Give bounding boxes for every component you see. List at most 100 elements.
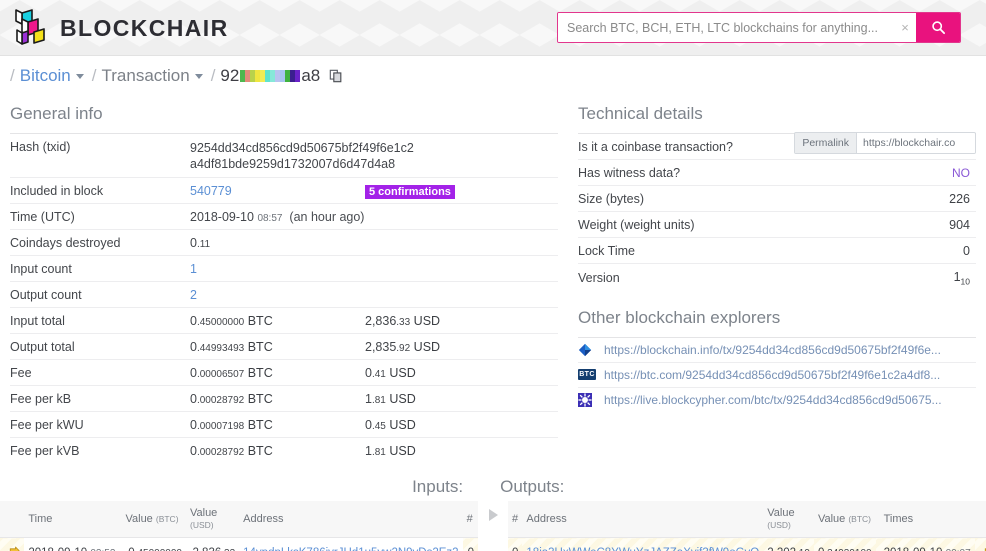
outputs-title: Outputs: bbox=[500, 477, 565, 496]
outputs-col-times: Times bbox=[875, 501, 975, 538]
inputs-header-row: Time Value (BTC) Value (USD) Address # bbox=[0, 501, 478, 538]
row-value: 0 bbox=[963, 244, 970, 258]
search-icon bbox=[931, 21, 945, 35]
io-titles: Inputs: Outputs: bbox=[0, 477, 986, 497]
count-link[interactable]: 1 bbox=[190, 262, 197, 276]
output-icon-cell bbox=[974, 537, 986, 551]
row-label: Size (bytes) bbox=[578, 192, 644, 206]
input-index: 0 bbox=[462, 537, 478, 551]
explorer-link-cell: https://live.blockcypher.com/btc/tx/9254… bbox=[604, 387, 976, 412]
search-bar[interactable]: × bbox=[557, 12, 961, 43]
technical-details-table: Is it a coinbase transaction?NOHas witne… bbox=[578, 133, 976, 292]
general-info-row: Fee per kB 0.00028792 BTC 1.81 USD bbox=[10, 385, 558, 412]
usd-value: 1.81 USD bbox=[365, 444, 416, 458]
status-badge: 5 confirmations bbox=[365, 185, 455, 199]
search-input[interactable] bbox=[558, 13, 894, 42]
inputs-table-wrap: TimeValue (BTC)Value (USD)Address# 2018-… bbox=[0, 501, 478, 551]
btc-value: 0.00028792 BTC bbox=[190, 392, 273, 406]
technical-details-row: Size (bytes) 226 bbox=[578, 185, 976, 212]
explorer-link-cell: https://btc.com/9254dd34cd856cd9d50675bf… bbox=[604, 362, 976, 387]
output-address-link[interactable]: 18ia3UxWWeC8YWuYzJAZZaXvjf3fW9oGvQ bbox=[526, 547, 759, 551]
explorer-link[interactable]: https://live.blockcypher.com/btc/tx/9254… bbox=[604, 393, 942, 407]
usd-value: 2,835.92 USD bbox=[365, 340, 441, 354]
permalink-input[interactable] bbox=[857, 133, 975, 153]
general-info-row: Fee per kWU 0.00007198 BTC 0.45 USD bbox=[10, 411, 558, 438]
search-button[interactable] bbox=[916, 13, 960, 42]
technical-details-row: Weight (weight units) 904 bbox=[578, 211, 976, 238]
copy-icon[interactable] bbox=[329, 69, 343, 83]
row-value: 904 bbox=[949, 218, 970, 232]
hash-suffix: a8 bbox=[301, 66, 321, 85]
general-info-row: Output total 0.44993493 BTC 2,835.92 USD bbox=[10, 333, 558, 360]
permalink-box[interactable]: Permalink bbox=[794, 132, 976, 154]
breadcrumb-item-transaction[interactable]: Transaction bbox=[102, 66, 190, 86]
row-label: Lock Time bbox=[578, 244, 635, 258]
row-value: NO bbox=[952, 166, 970, 180]
general-info-row: Time (UTC) 2018-09-10 08:57 (an hour ago) bbox=[10, 203, 558, 230]
breadcrumb-separator-3: / bbox=[210, 66, 216, 85]
spent-hand-icon bbox=[9, 546, 20, 551]
inputs-table: TimeValue (BTC)Value (USD)Address# 2018-… bbox=[0, 501, 478, 551]
count-cell: 2 bbox=[190, 282, 558, 308]
row-label: Input total bbox=[10, 314, 65, 328]
explorer-favicon: BTC bbox=[578, 362, 604, 387]
row-label: Hash (txid) bbox=[10, 140, 71, 154]
row-label: Included in block bbox=[10, 184, 104, 198]
row-label: Output count bbox=[10, 288, 82, 302]
output-value-btc: 0.34939100 bbox=[813, 537, 876, 551]
explorer-row: https://blockchain.info/tx/9254dd34cd856… bbox=[578, 337, 976, 362]
general-info-row: Input total 0.45000000 BTC 2,836.33 USD bbox=[10, 307, 558, 334]
general-info-table: Hash (txid) 9254dd34cd856cd9d50675bf2f49f… bbox=[10, 133, 558, 463]
time-value: 2018-09-10 08:57 (an hour ago) bbox=[190, 210, 365, 224]
general-info-row: Fee per kVB 0.00028792 BTC 1.81 USD bbox=[10, 437, 558, 464]
general-info-panel: General info Hash (txid) 9254dd34cd856cd9… bbox=[10, 96, 558, 463]
spent-hand-icon bbox=[984, 548, 986, 551]
btc-value: 0.00006507 BTC bbox=[190, 366, 273, 380]
breadcrumb-transaction-hash: 92 a8 bbox=[220, 66, 320, 86]
chevron-down-icon-type[interactable] bbox=[194, 73, 203, 79]
input-value-btc: 0.45000000 bbox=[121, 537, 186, 551]
arrow-right-icon bbox=[488, 509, 498, 521]
count-cell: 1 bbox=[190, 256, 558, 282]
explorer-link[interactable]: https://btc.com/9254dd34cd856cd9d50675bf… bbox=[604, 368, 940, 382]
hash-prefix: 92 bbox=[220, 66, 240, 85]
technical-details-row: Lock Time 0 bbox=[578, 237, 976, 264]
technical-details-title: Technical details bbox=[578, 104, 703, 123]
row-label: Fee per kB bbox=[10, 392, 72, 406]
explorers-title: Other blockchain explorers bbox=[578, 307, 781, 327]
permalink-label: Permalink bbox=[795, 133, 857, 153]
chevron-down-icon-chain[interactable] bbox=[75, 73, 84, 79]
explorer-link[interactable]: https://blockchain.info/tx/9254dd34cd856… bbox=[604, 343, 941, 357]
block-height-link[interactable]: 540779 bbox=[190, 184, 232, 198]
outputs-col-value-btc: Value (BTC) bbox=[813, 501, 876, 538]
explorer-row: BTC https://btc.com/9254dd34cd856cd9d5067… bbox=[578, 362, 976, 387]
breadcrumb-separator-2: / bbox=[91, 66, 97, 85]
outputs-table-wrap: #AddressValue (USD)Value (BTC)Times 018i… bbox=[508, 501, 986, 551]
btc-com-favicon-icon: BTC bbox=[578, 369, 596, 380]
outputs-header-row: # Address Value (USD) Value (BTC) Times bbox=[508, 501, 986, 538]
input-address-link[interactable]: 14ypdpLksK786ivrJHd1u5yw2N9yDs2Ez2 bbox=[243, 547, 458, 551]
row-label: Has witness data? bbox=[578, 166, 681, 180]
technical-details-row: Has witness data? NO bbox=[578, 159, 976, 186]
input-time: 2018-09-10 02:52 bbox=[24, 537, 122, 551]
general-info-row: Output count 2 bbox=[10, 281, 558, 308]
logo[interactable]: BLOCKCHAIR bbox=[10, 8, 229, 48]
breadcrumb-item-bitcoin[interactable]: Bitcoin bbox=[20, 66, 71, 86]
outputs-col-address: Address bbox=[522, 501, 764, 538]
search-clear-icon[interactable]: × bbox=[894, 13, 916, 42]
output-index: 0 bbox=[508, 537, 523, 551]
count-link[interactable]: 2 bbox=[190, 288, 197, 302]
inputs-col-value-usd: Value (USD) bbox=[185, 501, 240, 538]
row-label: Fee bbox=[10, 366, 32, 380]
inputs-col-index: # bbox=[462, 501, 478, 538]
outputs-table: #AddressValue (USD)Value (BTC)Times 018i… bbox=[508, 501, 986, 551]
row-label: Coindays destroyed bbox=[10, 236, 121, 250]
general-info-row: Input count 1 bbox=[10, 255, 558, 282]
row-label: Fee per kVB bbox=[10, 444, 80, 458]
site-header: BLOCKCHAIR × bbox=[0, 0, 986, 56]
row-label: Time (UTC) bbox=[10, 210, 75, 224]
outputs-col-icon bbox=[974, 501, 986, 538]
usd-value: 0.41 USD bbox=[365, 366, 416, 380]
explorers-table: https://blockchain.info/tx/9254dd34cd856… bbox=[578, 337, 976, 412]
input-value-usd: 2,836.33 bbox=[185, 537, 240, 551]
